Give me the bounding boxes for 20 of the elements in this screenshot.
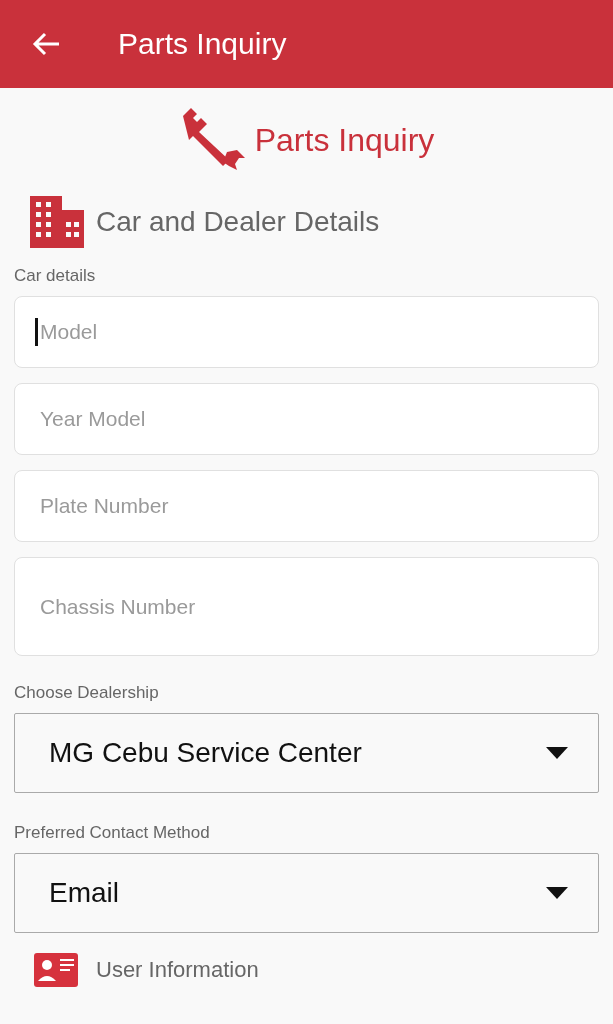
id-card-icon	[34, 953, 78, 987]
dropdown[interactable]: Email	[14, 853, 599, 933]
page-title: Parts Inquiry	[254, 121, 435, 159]
input-field[interactable]: Model	[14, 296, 599, 368]
input-field[interactable]: Chassis Number	[14, 557, 599, 656]
dropdown-value: MG Cebu Service Center	[49, 737, 362, 769]
field-group-label: Car details	[14, 266, 97, 286]
dropdown-value: Email	[49, 877, 119, 909]
dropdown[interactable]: MG Cebu Service Center	[14, 713, 599, 793]
caret-icon	[546, 887, 568, 899]
section-title: User Information	[96, 957, 259, 983]
back-arrow-icon[interactable]	[32, 32, 60, 56]
app-bar-title: Parts Inquiry	[118, 27, 287, 61]
building-icon	[28, 196, 86, 248]
field-label: Choose Dealership	[14, 683, 160, 703]
section-title: Car and Dealer Details	[96, 206, 380, 238]
field-label: Preferred Contact Method	[14, 823, 211, 843]
caret-icon	[546, 747, 568, 759]
input-field[interactable]: Year Model	[14, 383, 599, 455]
input-field[interactable]: Plate Number	[14, 470, 599, 542]
